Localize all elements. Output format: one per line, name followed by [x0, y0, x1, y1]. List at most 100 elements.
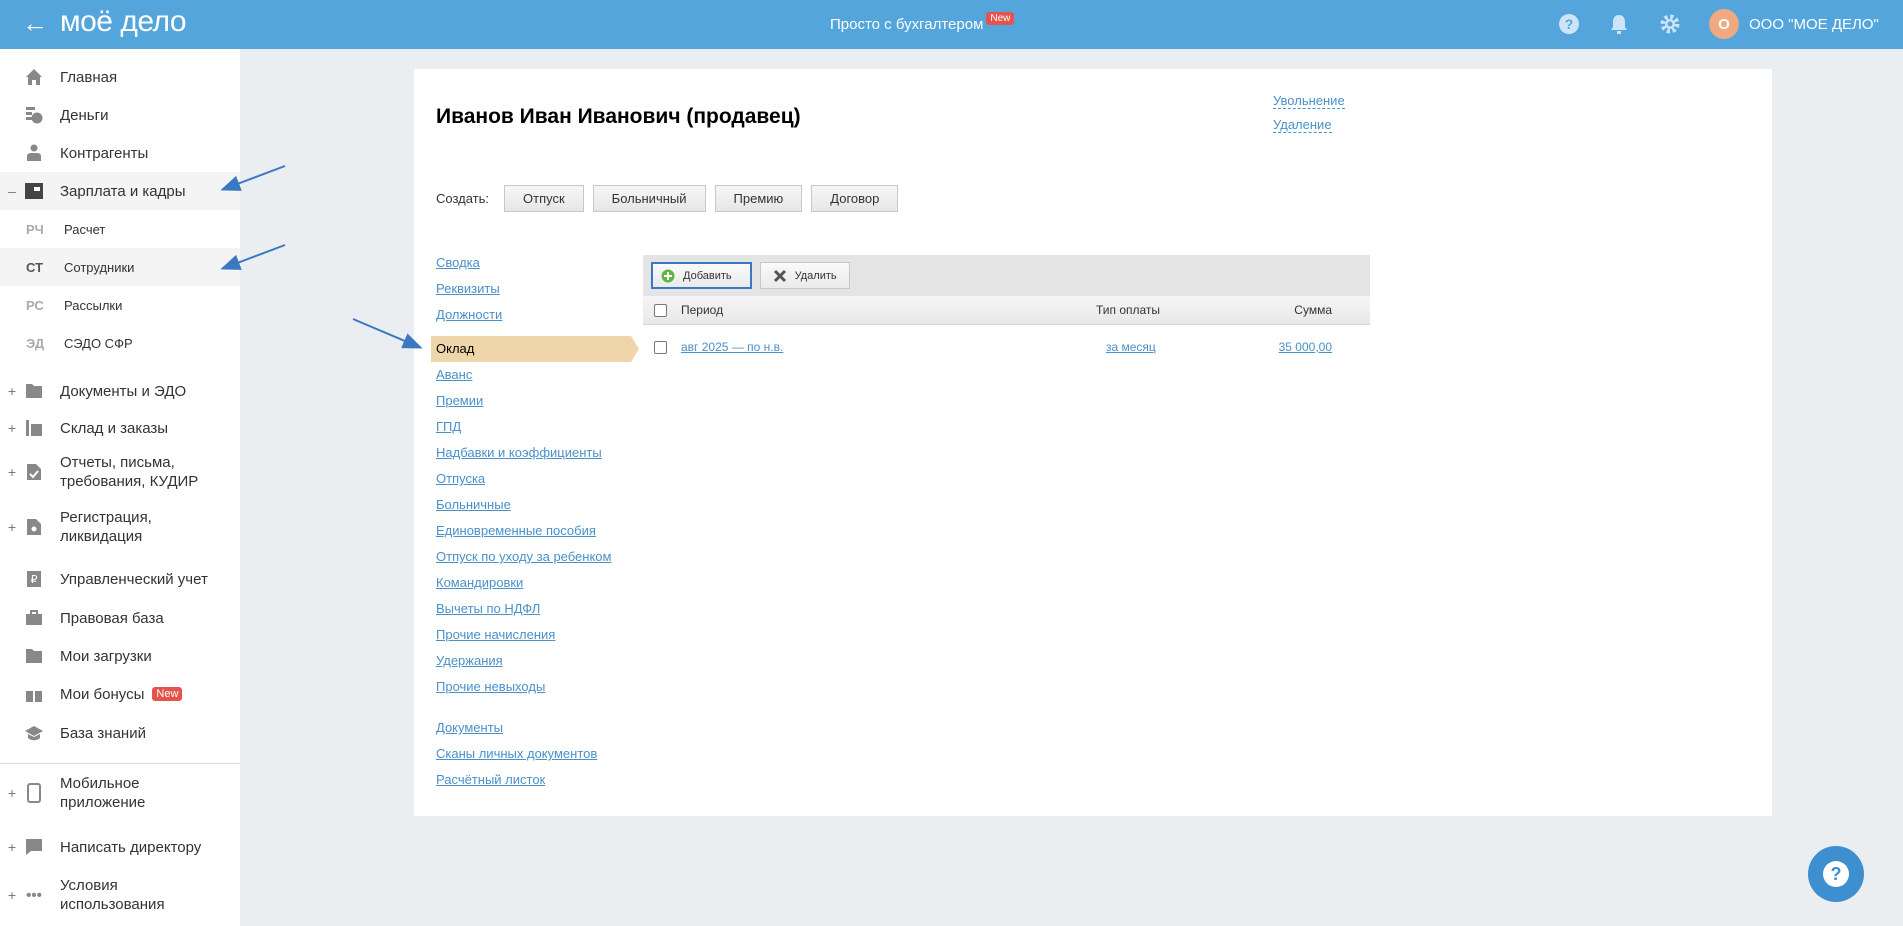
create-toolbar: Создать: Отпуск Больничный Премию Догово…	[436, 185, 899, 212]
nav-sick-leaves[interactable]: Больничные	[436, 492, 636, 518]
sidebar-item-management[interactable]: ₽ Управленческий учет	[0, 561, 240, 597]
wallet-icon	[24, 181, 44, 201]
question-icon: ?	[1823, 861, 1849, 887]
label: Расчет	[64, 221, 106, 237]
header-title[interactable]: Просто с бухгалтером New	[830, 12, 1015, 33]
sidebar-item-write-director[interactable]: + Написать директору	[0, 829, 240, 865]
nav-other-accruals[interactable]: Прочие начисления	[436, 622, 636, 648]
nav-tax-deductions[interactable]: Вычеты по НДФЛ	[436, 596, 636, 622]
expand-toggle[interactable]: +	[0, 463, 24, 482]
bell-icon[interactable]	[1607, 12, 1631, 36]
sidebar-item-downloads[interactable]: Мои загрузки	[0, 638, 240, 674]
nav-allowances[interactable]: Надбавки и коэффициенты	[436, 440, 636, 466]
sidebar-item-terms[interactable]: + ••• Условия использования	[0, 872, 240, 918]
nav-positions[interactable]: Должности	[436, 302, 636, 328]
table-toolbar: Добавить Удалить	[643, 255, 1370, 296]
sidebar-item-mobile[interactable]: + Мобильное приложение	[0, 770, 240, 816]
sidebar-item-registration[interactable]: + Регистрация, ликвидация	[0, 504, 240, 550]
sidebar-item-reports[interactable]: + Отчеты, письма, требования, КУДИР	[0, 449, 240, 495]
label: Мои бонусы	[60, 685, 145, 703]
add-button[interactable]: Добавить	[651, 262, 752, 289]
chat-icon	[24, 837, 44, 857]
nav-bonuses[interactable]: Премии	[436, 388, 636, 414]
sidebar-item-mailings[interactable]: РС Рассылки	[0, 286, 240, 324]
sidebar-item-warehouse[interactable]: + Склад и заказы	[0, 410, 240, 446]
nav-salary[interactable]: Оклад	[431, 336, 639, 362]
sidebar-item-money[interactable]: Деньги	[0, 97, 240, 133]
nav-summary[interactable]: Сводка	[436, 250, 636, 276]
report-icon	[24, 462, 44, 482]
select-all-checkbox[interactable]	[654, 303, 667, 317]
expand-toggle[interactable]: +	[0, 784, 24, 803]
nav-details[interactable]: Реквизиты	[436, 276, 636, 302]
create-contract-button[interactable]: Договор	[811, 185, 899, 212]
nav-business-trips[interactable]: Командировки	[436, 570, 636, 596]
nav-lump-sum[interactable]: Единовременные пособия	[436, 518, 636, 544]
sidebar-item-payroll[interactable]: РЧ Расчет	[0, 210, 240, 248]
svg-text:?: ?	[1565, 16, 1574, 32]
nav-gpd[interactable]: ГПД	[436, 414, 636, 440]
collapse-toggle[interactable]: –	[0, 183, 24, 199]
gift-icon	[24, 684, 44, 704]
column-period[interactable]: Период	[681, 303, 723, 317]
nav-advance[interactable]: Аванс	[436, 362, 636, 388]
add-label: Добавить	[683, 269, 732, 282]
expand-toggle[interactable]: +	[0, 420, 24, 436]
logo[interactable]: моё дело	[60, 5, 187, 39]
label: Главная	[60, 68, 118, 86]
nav-documents[interactable]: Документы	[436, 715, 636, 741]
help-button[interactable]: ?	[1808, 846, 1864, 902]
create-sick-leave-button[interactable]: Больничный	[592, 185, 706, 212]
expand-toggle[interactable]: +	[0, 886, 24, 905]
page-title: Иванов Иван Иванович (продавец)	[436, 105, 801, 128]
nav-deductions[interactable]: Удержания	[436, 648, 636, 674]
sidebar-item-legal[interactable]: Правовая база	[0, 600, 240, 636]
sidebar-item-contractors[interactable]: Контрагенты	[0, 135, 240, 171]
nav-other-absences[interactable]: Прочие невыходы	[436, 674, 636, 700]
row-checkbox[interactable]	[654, 340, 667, 354]
dismiss-link[interactable]: Увольнение	[1273, 93, 1345, 109]
label: Условия использования	[60, 877, 165, 913]
column-sum[interactable]: Сумма	[1294, 303, 1332, 317]
payment-type-link[interactable]: за месяц	[1106, 340, 1156, 354]
employee-card: Иванов Иван Иванович (продавец) Увольнен…	[414, 69, 1772, 816]
sidebar-item-home[interactable]: Главная	[0, 59, 240, 95]
create-bonus-button[interactable]: Премию	[714, 185, 803, 212]
graduation-icon	[24, 723, 44, 743]
expand-toggle[interactable]: +	[0, 518, 24, 537]
expand-toggle[interactable]: +	[0, 839, 24, 855]
cross-icon	[773, 269, 786, 282]
expand-toggle[interactable]: +	[0, 383, 24, 399]
abbr: СТ	[26, 259, 44, 275]
registration-icon	[24, 517, 44, 537]
ruble-doc-icon: ₽	[24, 569, 44, 589]
sidebar-item-documents[interactable]: + Документы и ЭДО	[0, 373, 240, 409]
organization-name[interactable]: ООО "МОЕ ДЕЛО"	[1749, 16, 1879, 33]
period-link[interactable]: авг 2025 — по н.в.	[681, 340, 783, 354]
abbr: РЧ	[26, 221, 44, 237]
nav-parental-leave[interactable]: Отпуск по уходу за ребенком	[436, 544, 636, 570]
help-icon[interactable]: ?	[1557, 12, 1581, 36]
sum-link[interactable]: 35 000,00	[1279, 340, 1332, 354]
new-badge: New	[986, 12, 1015, 25]
sidebar-item-knowledge[interactable]: База знаний	[0, 715, 240, 751]
label: Деньги	[60, 106, 109, 124]
sidebar-item-salary[interactable]: – Зарплата и кадры	[0, 172, 240, 210]
delete-link[interactable]: Удаление	[1273, 117, 1332, 133]
avatar[interactable]: О	[1709, 9, 1739, 39]
svg-text:₽: ₽	[31, 574, 38, 586]
back-arrow-icon[interactable]: ←	[22, 8, 48, 39]
delete-button[interactable]: Удалить	[759, 262, 850, 289]
gear-icon[interactable]	[1658, 12, 1682, 36]
sidebar-item-bonuses[interactable]: Мои бонусы New	[0, 676, 240, 712]
sidebar-item-sedo[interactable]: ЭД СЭДО СФР	[0, 324, 240, 362]
column-payment-type[interactable]: Тип оплаты	[1096, 303, 1160, 317]
sidebar-item-employees[interactable]: СТ Сотрудники	[0, 248, 240, 286]
create-vacation-button[interactable]: Отпуск	[504, 185, 584, 212]
label: Контрагенты	[60, 144, 149, 162]
label: Мои загрузки	[60, 647, 152, 665]
nav-scans[interactable]: Сканы личных документов	[436, 741, 636, 767]
nav-payslip[interactable]: Расчётный листок	[436, 767, 636, 793]
nav-vacations[interactable]: Отпуска	[436, 466, 636, 492]
label: Зарплата и кадры	[60, 182, 186, 200]
